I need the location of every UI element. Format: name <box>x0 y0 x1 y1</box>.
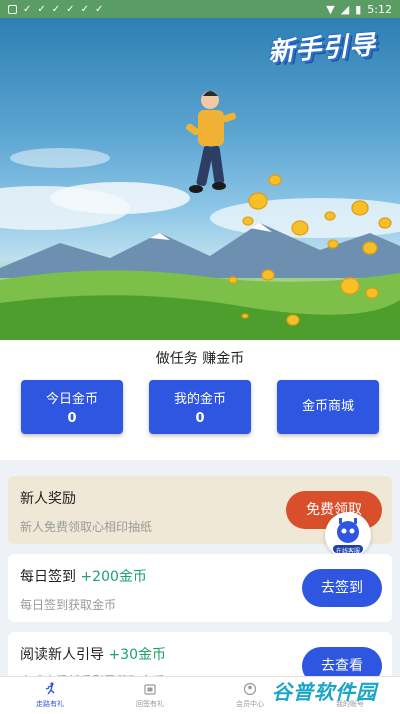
item-title: 阅读新人引导 <box>20 647 104 663</box>
hero-illustration <box>0 91 400 340</box>
notification-icons: ✓ ✓ ✓ ✓ ✓ ✓ <box>8 4 103 15</box>
reward-amount: +30金币 <box>108 647 166 663</box>
hero-banner: 新手引导 <box>0 18 400 340</box>
item-subtitle: 新人免费领取心相印抽纸 <box>20 520 153 534</box>
check-icon: ✓ <box>23 3 32 15</box>
item-title: 新人奖励 <box>20 491 76 507</box>
reward-amount: +200金币 <box>80 569 147 585</box>
my-coins-card[interactable]: 我的金币 0 <box>149 380 251 434</box>
tab-walk-rewards[interactable]: 走路有礼 <box>0 677 100 714</box>
status-time: 5:12 <box>367 2 392 16</box>
wifi-icon: ▼ <box>326 2 335 16</box>
daily-checkin-item: 每日签到 +200金币 每日签到获取金币 去签到 <box>8 554 392 622</box>
watermark: 谷普软件园 <box>272 680 377 704</box>
card-value: 0 <box>67 411 77 426</box>
tab-checkin-rewards[interactable]: 回签有礼 <box>100 677 200 714</box>
online-service-widget[interactable]: 在线客服 <box>325 512 371 558</box>
tab-label: 会员中心 <box>236 700 264 708</box>
item-title: 每日签到 <box>20 569 76 585</box>
beginner-guide-badge[interactable]: 新手引导 <box>267 24 377 68</box>
item-subtitle: 每日签到获取金币 <box>20 598 117 612</box>
check-icon: ✓ <box>51 3 61 15</box>
member-icon <box>243 682 257 696</box>
check-icon: ✓ <box>94 3 104 15</box>
item-title-wrap: 每日签到 +200金币 <box>20 566 147 586</box>
battery-icon: ▮ <box>355 2 362 16</box>
item-title-wrap: 阅读新人引导 +30金币 <box>20 644 166 664</box>
card-label: 今日金币 <box>45 392 98 407</box>
check-icon: ✓ <box>80 3 89 15</box>
check-icon: ✓ <box>66 3 75 15</box>
gift-icon <box>144 684 156 695</box>
card-label: 我的金币 <box>173 392 226 407</box>
card-value: 0 <box>195 411 205 426</box>
tab-label: 回签有礼 <box>136 700 164 708</box>
runner-icon <box>45 682 55 695</box>
check-icon: ✓ <box>37 3 46 15</box>
app-icon <box>8 4 17 14</box>
checkin-button[interactable]: 去签到 <box>302 569 382 607</box>
signal-icon: ◢ <box>340 2 350 16</box>
today-coins-card[interactable]: 今日金币 0 <box>21 380 123 434</box>
coin-mall-card[interactable]: 金币商城 <box>277 380 379 434</box>
status-bar: ✓ ✓ ✓ ✓ ✓ ✓ ▼ ◢ ▮ 5:12 <box>0 0 400 18</box>
tab-label: 走路有礼 <box>36 700 64 708</box>
card-label: 金币商城 <box>301 399 354 414</box>
task-section-title: 做任务 赚金币 <box>0 340 400 378</box>
coin-cards: 今日金币 0 我的金币 0 金币商城 <box>0 378 400 460</box>
